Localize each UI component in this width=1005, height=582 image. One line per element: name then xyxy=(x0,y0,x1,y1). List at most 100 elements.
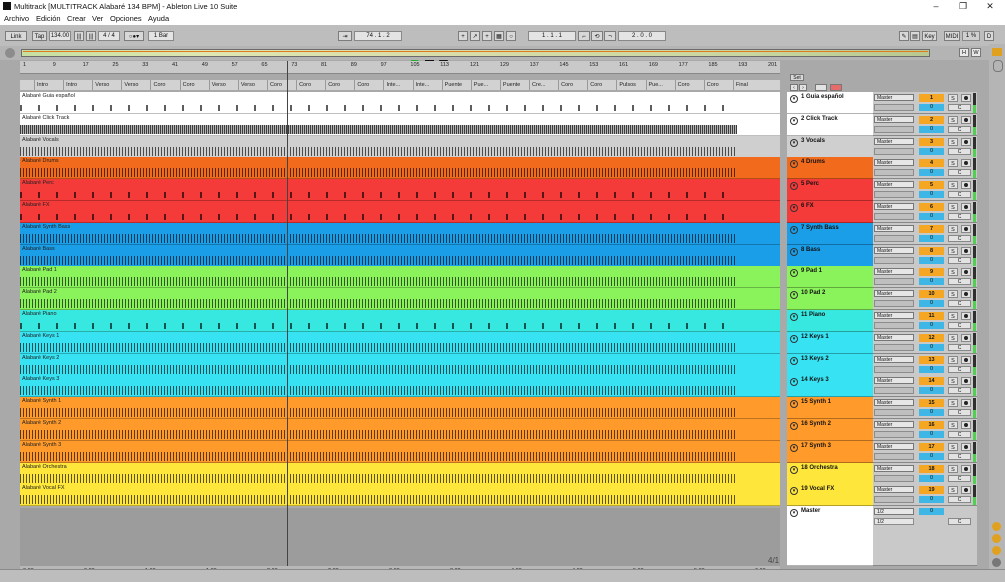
crossfade-button[interactable]: C xyxy=(948,343,971,351)
output-routing-select[interactable]: Master xyxy=(874,312,914,319)
arm-button[interactable] xyxy=(961,442,971,451)
track-activator[interactable]: 3 xyxy=(919,137,944,146)
track-name[interactable]: 3 Vocals xyxy=(801,138,825,144)
bar-ruler[interactable]: 1 9 17 25 33 41 49 57 65 73 81 89 97 105 113 121 129 137 1… xyxy=(20,61,780,74)
track-volume[interactable]: 0 xyxy=(919,104,944,111)
fold-track-icon[interactable]: ▾ xyxy=(790,509,798,518)
crossfade-button[interactable]: C xyxy=(948,256,971,264)
crossfade-button[interactable]: C xyxy=(948,169,971,177)
track-volume[interactable]: 0 xyxy=(919,125,944,133)
output-channel-select[interactable] xyxy=(874,474,914,482)
output-routing-select[interactable]: Master xyxy=(874,421,914,428)
track-header[interactable]: ▾ 12 Keys 1 xyxy=(787,331,873,354)
track-activator[interactable]: 15 xyxy=(919,399,944,408)
track-header[interactable]: ▾ 14 Keys 3 xyxy=(787,375,873,398)
crossfade-button[interactable]: C xyxy=(948,125,971,133)
arm-button[interactable] xyxy=(961,290,971,299)
fold-track-icon[interactable]: ▾ xyxy=(790,487,798,496)
fold-track-icon[interactable]: ▾ xyxy=(790,160,798,169)
fold-track-icon[interactable]: ▾ xyxy=(790,247,798,256)
nudge-down-icon[interactable]: ||| xyxy=(74,31,84,41)
crossfade-button[interactable]: C xyxy=(948,234,971,242)
close-button[interactable]: ✕ xyxy=(977,0,1003,13)
locator-marker[interactable]: Coro xyxy=(674,80,704,90)
track-header[interactable]: ▾ 11 Piano xyxy=(787,310,873,332)
crossfade-button[interactable]: C xyxy=(948,387,971,395)
track-volume[interactable]: 0 xyxy=(919,496,944,504)
locator-marker[interactable]: Coro xyxy=(179,80,209,90)
track-lane[interactable]: Alabaré Synth Bass xyxy=(20,222,780,245)
crossfade-button[interactable]: C xyxy=(948,300,971,308)
output-channel-select[interactable] xyxy=(874,104,914,111)
locator-marker[interactable]: Coro xyxy=(703,80,733,90)
fold-track-icon[interactable]: ▾ xyxy=(790,313,798,321)
clip-waveform[interactable] xyxy=(20,451,737,461)
track-name[interactable]: 14 Keys 3 xyxy=(801,377,829,383)
track-activator[interactable]: 19 xyxy=(919,486,944,495)
crossfade-button[interactable]: C xyxy=(948,409,971,417)
track-view-icon[interactable] xyxy=(992,558,1001,567)
arm-button[interactable] xyxy=(961,203,971,211)
locator-marker[interactable]: Puente xyxy=(499,80,529,90)
track-volume[interactable]: 0 xyxy=(919,343,944,351)
output-channel-select[interactable] xyxy=(874,496,914,504)
computer-keyboard-icon[interactable]: ▤ xyxy=(910,31,920,41)
arrangement-view[interactable]: Alabaré Guia español Alabaré Click Track A… xyxy=(20,92,780,508)
clip-waveform[interactable] xyxy=(20,430,737,439)
track-header[interactable]: ▾ 8 Bass xyxy=(787,244,873,267)
clip-waveform[interactable] xyxy=(20,386,737,396)
metronome-icon[interactable]: ○●▾ xyxy=(124,31,144,41)
drop-area[interactable] xyxy=(20,508,780,566)
track-name[interactable]: 5 Perc xyxy=(801,181,819,187)
master-crossfader[interactable]: C xyxy=(948,518,971,526)
clip-waveform[interactable] xyxy=(20,495,737,505)
help-icon[interactable] xyxy=(992,522,1001,531)
arm-button[interactable] xyxy=(961,486,971,495)
locator-marker[interactable]: Coro xyxy=(296,80,325,90)
browser-toggle-icon[interactable] xyxy=(992,48,1002,56)
clip-waveform[interactable] xyxy=(20,255,737,265)
track-name[interactable]: 17 Synth 3 xyxy=(801,443,831,449)
arm-button[interactable] xyxy=(961,312,971,320)
next-locator-icon[interactable]: › xyxy=(799,84,807,91)
clip-waveform[interactable] xyxy=(20,342,737,352)
time-signature-field[interactable]: 4 / 4 xyxy=(98,31,120,41)
overview-strip[interactable] xyxy=(21,49,930,57)
overdub-icon[interactable]: + xyxy=(458,31,468,41)
clip-waveform[interactable] xyxy=(20,473,737,483)
track-volume[interactable]: 0 xyxy=(919,213,944,220)
locator-lane[interactable]: Intro Intro Verso Verso Coro Coro Verso Verso Co… xyxy=(20,80,780,90)
solo-button[interactable]: S xyxy=(948,399,958,408)
track-name[interactable]: 7 Synth Bass xyxy=(801,225,839,231)
track-volume[interactable]: 0 xyxy=(919,431,944,438)
output-channel-select[interactable] xyxy=(874,125,914,133)
settings-icon[interactable] xyxy=(992,546,1001,555)
track-volume[interactable]: 0 xyxy=(919,256,944,264)
track-activator[interactable]: 11 xyxy=(919,312,944,320)
info-icon[interactable] xyxy=(992,534,1001,543)
loop-start-field[interactable]: 1 . 1 . 1 xyxy=(528,31,576,41)
key-map-button[interactable]: Key xyxy=(922,31,937,41)
crossfade-button[interactable]: C xyxy=(948,452,971,460)
locator-marker[interactable]: Coro xyxy=(587,80,616,90)
track-activator[interactable]: 10 xyxy=(919,290,944,299)
previous-locator-icon[interactable]: ‹ xyxy=(790,84,798,91)
crossfade-button[interactable]: C xyxy=(948,191,971,199)
solo-button[interactable]: S xyxy=(948,203,958,211)
solo-button[interactable]: S xyxy=(948,355,958,364)
tempo-field[interactable]: 134.00 xyxy=(49,31,71,41)
crossfade-button[interactable]: C xyxy=(948,147,971,155)
maximize-button[interactable]: ❐ xyxy=(950,0,976,13)
track-lane[interactable]: Alabaré Keys 1 xyxy=(20,331,780,354)
track-lane[interactable]: Alabaré Click Track xyxy=(20,113,780,136)
master-routing-select[interactable]: 1/2 xyxy=(874,508,914,516)
crossfade-button[interactable]: C xyxy=(948,213,971,220)
track-header[interactable]: ▾ 13 Keys 2 xyxy=(787,353,873,376)
track-activator[interactable]: 14 xyxy=(919,377,944,386)
clip-waveform[interactable] xyxy=(20,124,737,134)
fold-track-icon[interactable]: ▾ xyxy=(790,95,798,103)
song-position-field[interactable]: 74 . 1 . 2 xyxy=(354,31,402,41)
track-volume[interactable]: 0 xyxy=(919,322,944,329)
track-volume[interactable]: 0 xyxy=(919,234,944,242)
master-output-select[interactable]: 1/2 xyxy=(874,518,914,526)
